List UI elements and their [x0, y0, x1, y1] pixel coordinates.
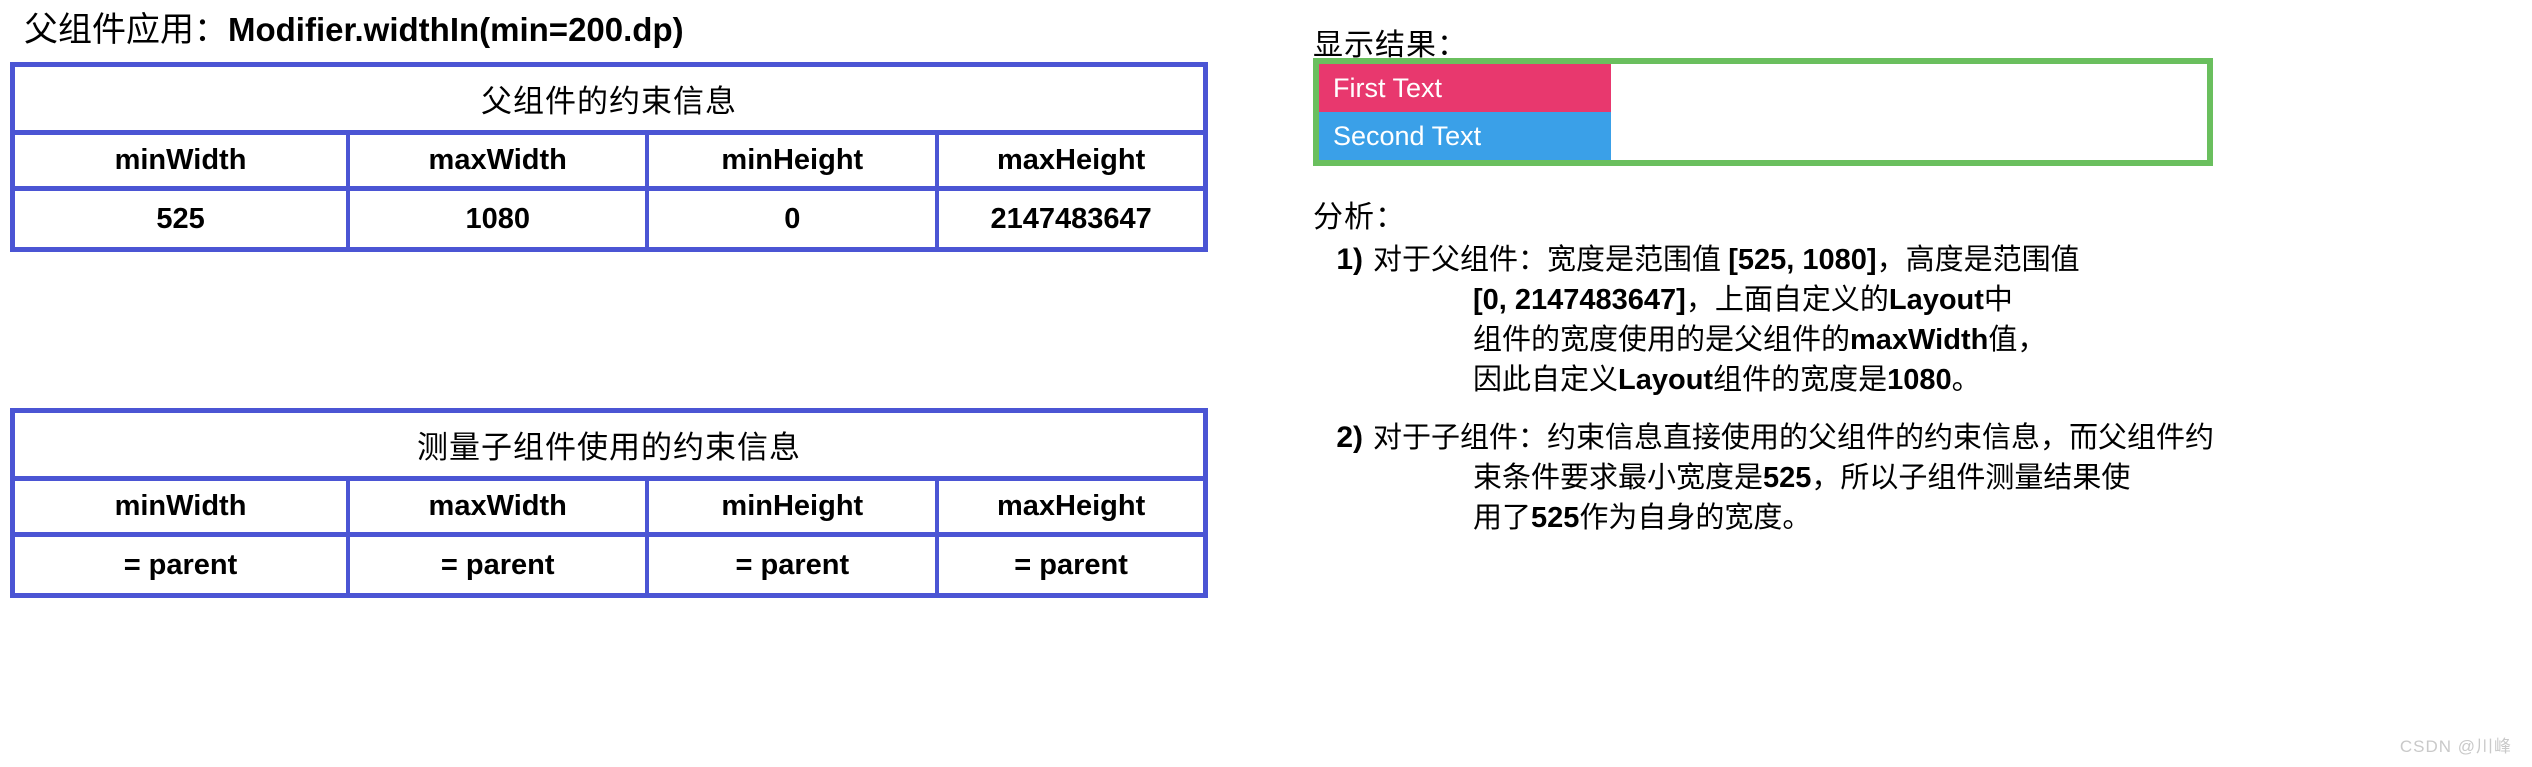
table-header-row: minWidth maxWidth minHeight maxHeight	[15, 481, 1203, 537]
analysis-text: 作为自身的宽度。	[1579, 502, 1812, 534]
preview-first-text: First Text	[1319, 64, 1611, 112]
analysis-line: [0, 2147483647]，上面自定义的Layout中	[1373, 280, 2453, 320]
parent-title-prefix: 父组件应用：	[24, 12, 228, 49]
parent-title-code: Modifier.widthIn(min=200.dp)	[228, 11, 684, 48]
table-cell-maxheight-value: 2147483647	[990, 202, 1152, 235]
analysis-line: 组件的宽度使用的是父组件的maxWidth值，	[1373, 320, 2453, 360]
table-header-cell-maxheight: maxHeight	[996, 490, 1146, 522]
table-cell-minheight-value: = parent	[649, 537, 940, 593]
analysis-text: 束条件要求最小宽度是	[1473, 462, 1764, 494]
table-cell-minwidth-value: 525	[15, 191, 351, 247]
table-header-cell-minwidth: minWidth	[15, 135, 351, 186]
table-header-cell-maxheight: maxHeight	[996, 144, 1146, 176]
analysis-line: 束条件要求最小宽度是525，所以子组件测量结果使	[1373, 458, 2453, 498]
analysis-item-marker: 2)	[1336, 421, 1363, 454]
table-caption: 测量子组件使用的约束信息	[15, 413, 1203, 481]
analysis-list: 1) 对于父组件：宽度是范围值 [525, 1080]，高度是范围值 [0, 2…	[1313, 240, 2453, 556]
analysis-text: 中	[1983, 284, 2013, 316]
table-caption: 父组件的约束信息	[15, 67, 1203, 135]
analysis-bold: 1080	[1887, 364, 1952, 396]
table-cell-maxwidth-value: 1080	[350, 191, 650, 247]
table-header-cell-minheight: minHeight	[649, 135, 940, 186]
analysis-text: ，上面自定义的	[1685, 284, 1889, 316]
analysis-line: 对于父组件：宽度是范围值 [525, 1080]，高度是范围值	[1373, 240, 2453, 280]
analysis-bold: 525	[1763, 462, 1812, 494]
table-header-row: minWidth maxWidth minHeight maxHeight	[15, 135, 1203, 191]
table-row: = parent = parent = parent = parent	[15, 537, 1203, 593]
analysis-item-marker: 1)	[1336, 243, 1363, 276]
analysis-text: 值，	[1988, 324, 2047, 356]
left-column: 父组件应用：Modifier.widthIn(min=200.dp) 父组件的约…	[0, 0, 1260, 767]
table-cell-maxheight-value: = parent	[1014, 548, 1128, 581]
analysis-line: 用了525作为自身的宽度。	[1373, 498, 2453, 538]
preview-container: First Text Second Text	[1313, 58, 2213, 166]
table-cell-maxwidth-value: = parent	[350, 537, 650, 593]
analysis-text: ，所以子组件测量结果使	[1811, 462, 2131, 494]
analysis-item-1: 1) 对于父组件：宽度是范围值 [525, 1080]，高度是范围值 [0, 2…	[1313, 240, 2453, 400]
analysis-line: 对于子组件：约束信息直接使用的父组件的约束信息，而父组件约	[1373, 418, 2453, 458]
table-header-cell-maxwidth: maxWidth	[350, 135, 650, 186]
analysis-text: 对于子组件：约束信息直接使用的父组件的约束信息，而父组件约	[1373, 422, 2215, 454]
analysis-text: 用了	[1473, 502, 1532, 534]
table-row: 525 1080 0 2147483647	[15, 191, 1203, 247]
table-header-cell-minheight: minHeight	[649, 481, 940, 532]
analysis-bold: Layout	[1618, 364, 1714, 396]
analysis-bold: maxWidth	[1850, 324, 1989, 356]
analysis-text: 。	[1951, 364, 1981, 396]
table-cell-minheight-value: 0	[649, 191, 940, 247]
analysis-text: ，高度是范围值	[1876, 244, 2080, 276]
table-header-cell-minwidth: minWidth	[15, 481, 351, 532]
analysis-text: 组件的宽度使用的是父组件的	[1473, 324, 1851, 356]
table-cell-minwidth-value: = parent	[15, 537, 351, 593]
analysis-item-body: 对于子组件：约束信息直接使用的父组件的约束信息，而父组件约 束条件要求最小宽度是…	[1373, 418, 2453, 538]
analysis-bold: Layout	[1888, 284, 1984, 316]
analysis-bold: [0, 2147483647]	[1473, 284, 1686, 316]
csdn-watermark: CSDN @川峰	[2399, 737, 2512, 756]
analysis-text: 对于父组件：宽度是范围值	[1373, 244, 1729, 276]
diagram-page: 父组件应用：Modifier.widthIn(min=200.dp) 父组件的约…	[0, 0, 2532, 767]
parent-constraints-table: 父组件的约束信息 minWidth maxWidth minHeight max…	[10, 62, 1208, 252]
analysis-text: 因此自定义	[1473, 364, 1619, 396]
analysis-text: 组件的宽度是	[1713, 364, 1888, 396]
preview-second-text: Second Text	[1319, 112, 1611, 160]
parent-modifier-title: 父组件应用：Modifier.widthIn(min=200.dp)	[24, 8, 684, 53]
analysis-line: 因此自定义Layout组件的宽度是1080。	[1373, 360, 2453, 400]
analysis-item-2: 2) 对于子组件：约束信息直接使用的父组件的约束信息，而父组件约 束条件要求最小…	[1313, 418, 2453, 538]
analysis-bold: [525, 1080]	[1728, 244, 1877, 276]
analysis-label: 分析：	[1313, 201, 1406, 234]
right-column: 显示结果： First Text Second Text 分析： 1) 对于父组…	[1260, 0, 2532, 767]
analysis-item-body: 对于父组件：宽度是范围值 [525, 1080]，高度是范围值 [0, 2147…	[1373, 240, 2453, 400]
child-constraints-table: 测量子组件使用的约束信息 minWidth maxWidth minHeight…	[10, 408, 1208, 598]
table-header-cell-maxwidth: maxWidth	[350, 481, 650, 532]
analysis-bold: 525	[1531, 502, 1580, 534]
